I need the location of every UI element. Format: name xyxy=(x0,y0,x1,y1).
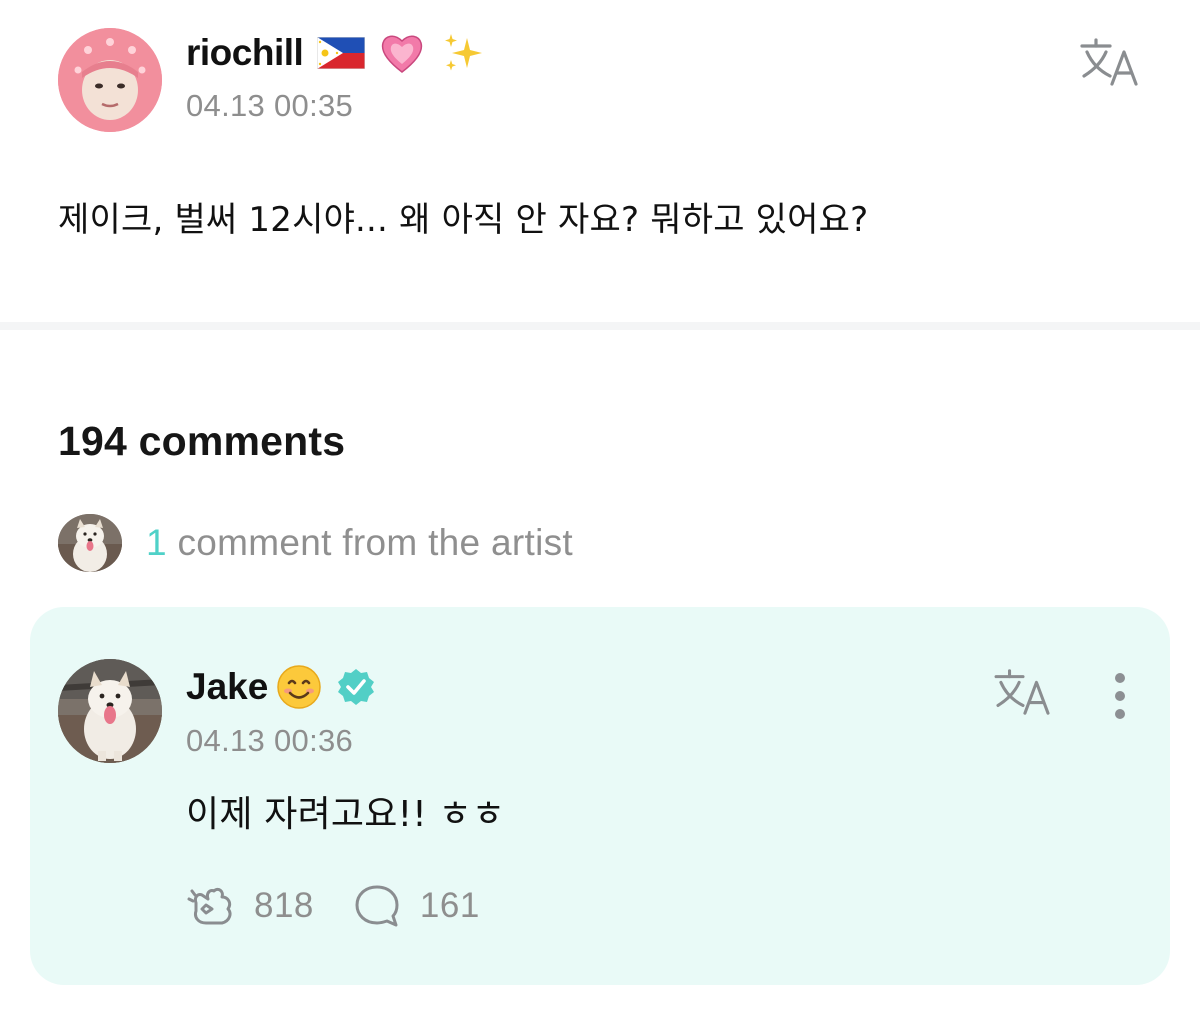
artist-comment-card: Jake 04.13 00:36 이제 자려고요!! ㅎㅎ 818 161 xyxy=(30,607,1170,985)
like-button[interactable]: 818 xyxy=(186,883,314,929)
speech-bubble-icon xyxy=(352,883,402,929)
post-detail-page: riochill 04.13 00:35 제이크, 벌써 12시야... 왜 아… xyxy=(0,0,1200,1014)
artist-comment-count: 1 xyxy=(146,522,167,563)
post-author-avatar[interactable] xyxy=(58,28,162,132)
post-body-text: 제이크, 벌써 12시야... 왜 아직 안 자요? 뭐하고 있어요? xyxy=(58,200,869,240)
translate-icon[interactable] xyxy=(1078,36,1142,88)
like-count: 818 xyxy=(254,886,314,925)
artist-comments-filter[interactable]: 1 comment from the artist xyxy=(58,514,573,572)
verified-badge-icon xyxy=(336,667,376,707)
artist-avatar[interactable] xyxy=(58,659,162,763)
artist-author-name[interactable]: Jake xyxy=(186,666,268,708)
more-dot xyxy=(1115,673,1125,683)
more-dot xyxy=(1115,691,1125,701)
artist-comment-text: comment from the artist xyxy=(166,522,573,563)
comments-count-heading: 194 comments xyxy=(58,418,346,464)
artist-comment-body: 이제 자려고요!! ㅎㅎ xyxy=(186,794,506,835)
more-options-icon[interactable] xyxy=(1102,669,1138,723)
more-dot xyxy=(1115,709,1125,719)
section-divider xyxy=(0,322,1200,330)
growing-heart-icon xyxy=(379,30,425,76)
post-author-name[interactable]: riochill xyxy=(186,32,304,74)
comment-translate-icon[interactable] xyxy=(992,667,1054,717)
post-author-line: riochill xyxy=(186,28,485,78)
artist-comments-label: 1 comment from the artist xyxy=(146,522,573,564)
reply-count: 161 xyxy=(419,886,480,925)
artist-avatar-small xyxy=(58,514,122,572)
smiling-face-icon xyxy=(276,664,322,710)
philippines-flag-icon xyxy=(317,37,366,69)
post-timestamp: 04.13 00:35 xyxy=(186,88,354,123)
comment-actions: 818 161 xyxy=(186,883,480,929)
artist-comment-timestamp: 04.13 00:36 xyxy=(186,723,354,758)
artist-author-line: Jake xyxy=(186,663,376,711)
sparkles-icon xyxy=(439,30,485,76)
cheer-hand-icon xyxy=(186,883,236,929)
reply-button[interactable]: 161 xyxy=(352,883,480,929)
